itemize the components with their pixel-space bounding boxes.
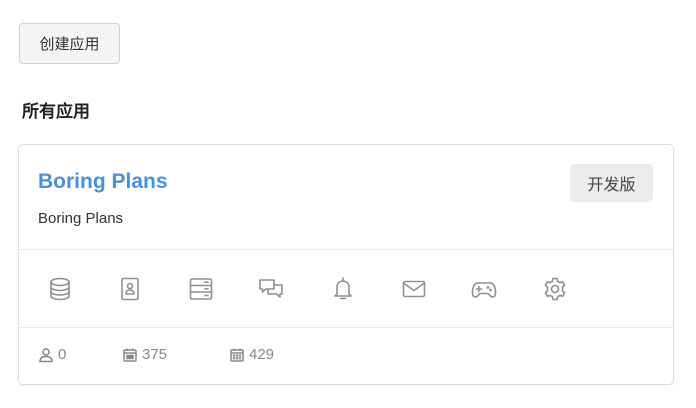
chat-icon[interactable] (256, 274, 286, 304)
app-actions-row (19, 250, 673, 327)
calendar-count-b: 429 (249, 346, 275, 363)
user-icon (39, 347, 53, 362)
database-icon[interactable] (45, 274, 75, 304)
app-name-link[interactable]: Boring Plans (38, 170, 168, 194)
calendar-stat-b: 429 (229, 346, 274, 363)
bell-icon[interactable] (328, 274, 358, 304)
mail-icon[interactable] (399, 274, 429, 304)
calendar-grid-icon (230, 348, 244, 362)
gear-icon[interactable] (540, 274, 570, 304)
users-count: 0 (58, 346, 67, 363)
server-icon[interactable] (186, 274, 216, 304)
create-app-button[interactable]: 创建应用 (19, 23, 120, 64)
calendar-count-a: 375 (142, 346, 168, 363)
gamepad-icon[interactable] (469, 274, 499, 304)
app-card: Boring Plans Boring Plans 开发版 0 375 429 (18, 144, 674, 385)
calendar-icon (123, 348, 137, 362)
calendar-stat-a: 375 (122, 346, 167, 363)
app-stats-row: 0 375 429 (19, 328, 673, 385)
app-description: Boring Plans (38, 210, 124, 227)
section-title: 所有应用 (22, 102, 90, 121)
env-badge: 开发版 (570, 164, 653, 202)
users-stat: 0 (38, 346, 66, 363)
contact-card-icon[interactable] (115, 274, 145, 304)
